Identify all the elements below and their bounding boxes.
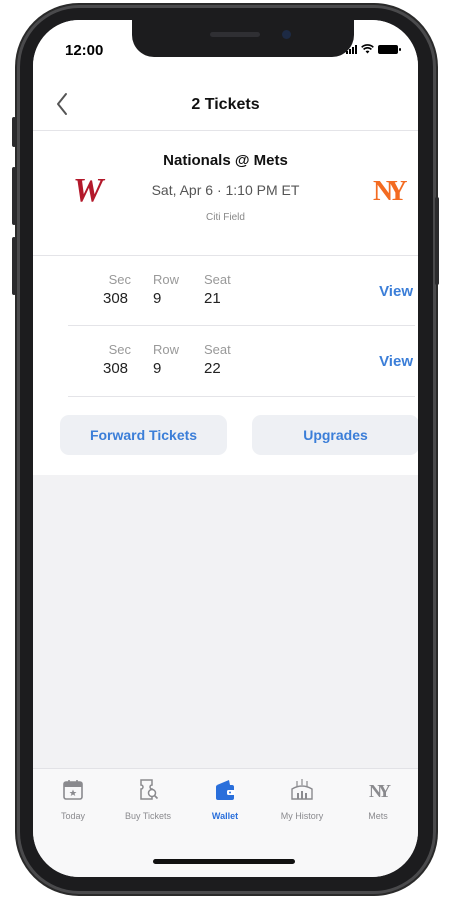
header-divider	[33, 130, 418, 131]
page-title: 2 Tickets	[191, 96, 260, 113]
game-title: Nationals @ Mets	[163, 152, 288, 169]
status-icons	[346, 44, 401, 54]
ticket-row[interactable]: Sec 308 Row 9 Seat 22 View	[33, 342, 418, 392]
game-divider	[33, 255, 418, 256]
row-value: 9	[153, 290, 162, 307]
mute-switch	[12, 117, 16, 147]
screen: 12:00 2 Tickets W NY Nationals @ Mets Sa…	[33, 20, 418, 877]
tab-label: My History	[280, 811, 324, 821]
stadium-icon	[291, 779, 313, 800]
ticket-seat: Seat 21	[204, 272, 231, 307]
ticket-seat: Seat 22	[204, 342, 231, 377]
tab-label: Mets	[368, 811, 388, 821]
row-label: Row	[153, 272, 180, 287]
status-time: 12:00	[65, 42, 104, 59]
sec-value: 308	[103, 360, 129, 377]
tab-today[interactable]: Today	[38, 777, 108, 821]
tab-buy-tickets[interactable]: Buy Tickets	[113, 777, 183, 821]
wallet-icon	[216, 780, 235, 800]
notch	[132, 20, 354, 57]
seat-label: Seat	[204, 342, 231, 357]
ticket-section: Sec 308	[103, 272, 131, 307]
row-label: Row	[153, 342, 180, 357]
seat-label: Seat	[204, 272, 231, 287]
ticket-divider	[68, 325, 415, 326]
view-ticket-button[interactable]: View	[379, 353, 413, 370]
tab-wallet[interactable]: Wallet	[190, 777, 260, 821]
tab-label: Buy Tickets	[124, 811, 171, 821]
mets-logo-icon: NY	[369, 781, 391, 801]
ticket-divider	[68, 396, 415, 397]
sec-label: Sec	[108, 272, 131, 287]
svg-text:NY: NY	[369, 781, 391, 801]
battery-icon	[378, 45, 401, 54]
tab-my-history[interactable]: My History	[267, 777, 337, 821]
sec-value: 308	[103, 290, 129, 307]
view-ticket-button[interactable]: View	[379, 283, 413, 300]
forward-tickets-button[interactable]: Forward Tickets	[60, 415, 227, 455]
ticket-section: Sec 308	[103, 342, 131, 377]
seat-value: 21	[204, 290, 221, 307]
seat-value: 22	[204, 360, 221, 377]
ticket-search-icon	[140, 779, 159, 800]
calendar-star-icon	[63, 780, 83, 800]
ticket-row[interactable]: Sec 308 Row 9 Seat 21 View	[33, 272, 418, 322]
game-date-time: Sat, Apr 6 · 1:10 PM ET	[151, 182, 300, 198]
wifi-icon	[361, 44, 374, 54]
sec-label: Sec	[108, 342, 131, 357]
volume-down-button	[12, 237, 16, 295]
upgrades-button[interactable]: Upgrades	[252, 415, 418, 455]
tab-label: Today	[60, 811, 86, 821]
ticket-row-number: Row 9	[153, 272, 179, 307]
tab-mets[interactable]: NY Mets	[343, 777, 413, 821]
front-camera	[282, 30, 291, 39]
power-button	[435, 197, 439, 285]
cellular-signal-icon	[346, 45, 357, 54]
ticket-row-number: Row 9	[153, 342, 179, 377]
tab-label: Wallet	[211, 811, 239, 821]
row-value: 9	[153, 360, 162, 377]
home-indicator[interactable]	[153, 859, 295, 864]
game-venue: Citi Field	[206, 212, 245, 223]
volume-up-button	[12, 167, 16, 225]
speaker-grille	[210, 32, 260, 37]
content-card	[33, 20, 418, 475]
